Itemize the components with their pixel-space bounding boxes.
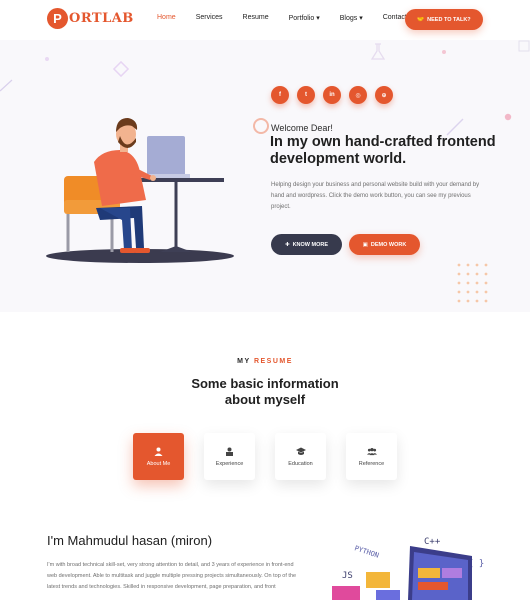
need-to-talk-label: NEED TO TALK? — [427, 16, 471, 23]
nav-contact[interactable]: Contact — [383, 14, 407, 22]
tab-experience[interactable]: Experience — [204, 433, 255, 480]
resume-sub-accent: RESUME — [253, 358, 293, 365]
about-name: I'm Mahmudul hasan (miron) — [47, 533, 213, 548]
tab-education[interactable]: Education — [275, 433, 326, 480]
social-links: f t in ◎ ⊕ — [271, 86, 393, 104]
demo-work-button[interactable]: ▣ DEMO WORK — [349, 234, 420, 255]
about-text: I'm with broad technical skill-set, very… — [47, 562, 297, 590]
decor-dot-icon — [504, 113, 512, 121]
resume-title-line2: about myself — [224, 392, 306, 407]
graduation-icon — [295, 446, 306, 456]
nav-portfolio[interactable]: Portfolio ▾ — [289, 14, 320, 22]
developer-illustration — [46, 118, 234, 263]
nav-services[interactable]: Services — [196, 14, 223, 22]
hero-section: f t in ◎ ⊕ Welcome Dear! In my own hand-… — [0, 40, 530, 312]
resume-title: Some basic information about myself — [0, 376, 530, 408]
resume-sub-prefix: MY — [237, 358, 251, 365]
resume-title-line1: Some basic information — [191, 376, 339, 391]
nav-blogs[interactable]: Blogs ▾ — [340, 14, 363, 22]
plus-icon: ✚ — [284, 241, 290, 248]
tab-reference-label: Reference — [358, 461, 385, 467]
tab-education-label: Education — [288, 461, 313, 467]
tab-reference[interactable]: Reference — [346, 433, 397, 480]
resume-tabs: About Me Experience Education Reference — [133, 433, 397, 480]
briefcase-user-icon — [225, 446, 235, 456]
svg-text:JS: JS — [342, 571, 353, 581]
tab-experience-label: Experience — [215, 461, 244, 467]
facebook-icon[interactable]: f — [271, 86, 289, 104]
logo-text: ORTLAB — [69, 11, 134, 26]
welcome-text: Welcome Dear! — [271, 123, 333, 133]
logo[interactable]: P ORTLAB — [47, 8, 134, 29]
dot-grid-decor — [457, 263, 488, 303]
decor-flask-icon — [370, 43, 386, 60]
nav-resume[interactable]: Resume — [243, 14, 269, 22]
know-more-button[interactable]: ✚ KNOW MORE — [271, 234, 342, 255]
decor-dot-icon — [45, 57, 49, 61]
tab-about-me[interactable]: About Me — [133, 433, 184, 480]
main-nav: Home Services Resume Portfolio ▾ Blogs ▾… — [157, 14, 427, 22]
group-icon — [366, 446, 377, 456]
demo-work-label: DEMO WORK — [370, 241, 407, 248]
briefcase-icon: ▣ — [362, 241, 368, 248]
decor-dot-icon — [442, 50, 446, 54]
logo-mark: P — [47, 8, 68, 29]
svg-text:PYTHON: PYTHON — [353, 544, 380, 559]
handshake-icon: 🤝 — [417, 16, 425, 23]
twitter-icon[interactable]: t — [297, 86, 315, 104]
know-more-label: KNOW MORE — [292, 241, 329, 248]
instagram-icon[interactable]: ◎ — [349, 86, 367, 104]
hero-description: Helping design your business and persona… — [271, 182, 480, 210]
svg-text:C++: C++ — [424, 537, 441, 547]
decor-star-icon — [112, 60, 130, 78]
code-illustration: PYTHON C++ JS { } — [332, 537, 484, 600]
decor-arrow-icon — [0, 79, 13, 92]
dribbble-icon[interactable]: ⊕ — [375, 86, 393, 104]
person-icon — [154, 446, 164, 456]
site-header: P ORTLAB Home Services Resume Portfolio … — [0, 0, 530, 40]
decor-box-icon — [518, 40, 530, 52]
resume-subtitle: MY RESUME — [0, 358, 530, 365]
welcome-ring-decor — [253, 118, 269, 134]
hero-headline: In my own hand-crafted frontend developm… — [270, 134, 496, 167]
linkedin-icon[interactable]: in — [323, 86, 341, 104]
tab-about-me-label: About Me — [146, 461, 171, 467]
nav-home[interactable]: Home — [157, 14, 176, 22]
need-to-talk-button[interactable]: 🤝 NEED TO TALK? — [405, 9, 483, 30]
